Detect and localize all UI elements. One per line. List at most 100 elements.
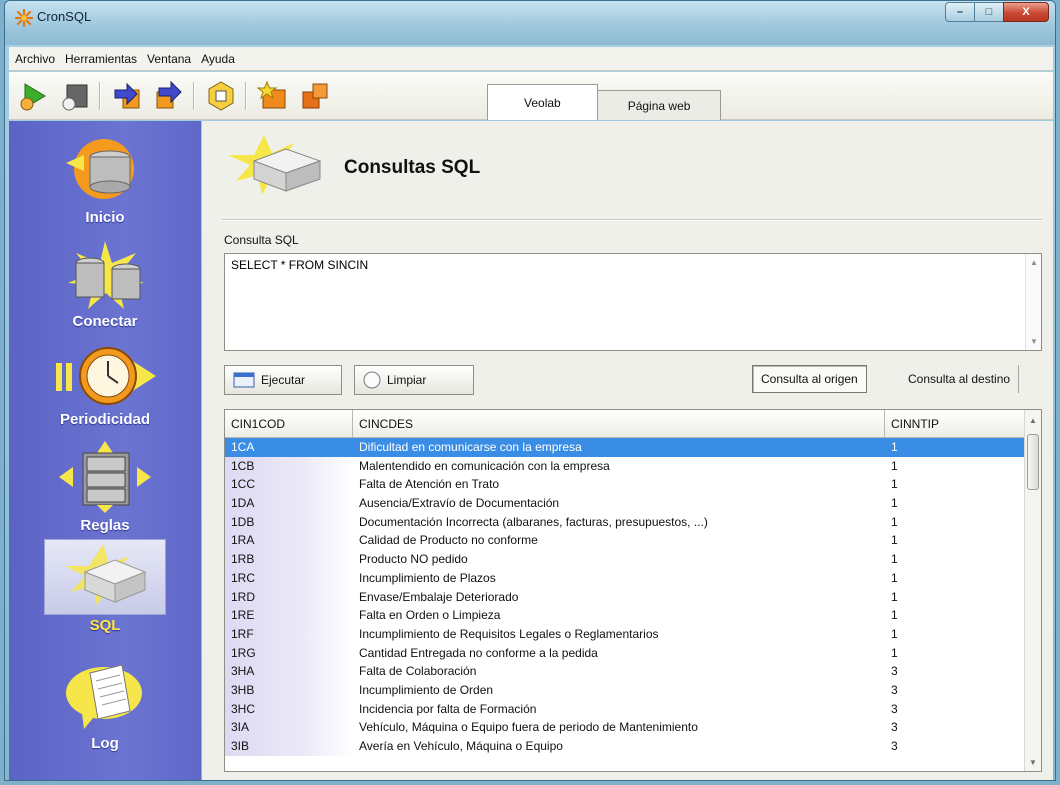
menu-archivo[interactable]: Archivo bbox=[15, 52, 55, 66]
cell-description: Cantidad Entregada no conforme a la pedi… bbox=[359, 645, 598, 660]
sidebar-item-label: Reglas bbox=[80, 517, 130, 534]
minimize-button[interactable]: – bbox=[945, 2, 975, 22]
window-title: CronSQL bbox=[37, 9, 92, 24]
maximize-button[interactable]: □ bbox=[974, 2, 1004, 22]
column-header-cin1cod[interactable]: CIN1COD bbox=[225, 410, 353, 438]
query-origin-label: Consulta al origen bbox=[761, 372, 858, 386]
grid-scrollbar[interactable]: ▲ ▼ bbox=[1024, 410, 1041, 771]
table-row[interactable]: 1RC Incumplimiento de Plazos 1 bbox=[225, 568, 1025, 588]
tab-veolab[interactable]: Veolab bbox=[487, 84, 598, 120]
table-row[interactable]: 3IA Vehículo, Máquina o Equipo fuera de p… bbox=[225, 718, 1025, 737]
menu-ayuda[interactable]: Ayuda bbox=[201, 52, 235, 66]
new-item-icon[interactable] bbox=[257, 80, 289, 112]
query-destination-label: Consulta al destino bbox=[908, 372, 1011, 386]
cell-type: 1 bbox=[891, 533, 898, 548]
query-destination-toggle[interactable]: Consulta al destino bbox=[900, 365, 1020, 393]
cell-description: Producto NO pedido bbox=[359, 552, 468, 567]
toolbar-separator bbox=[193, 82, 195, 110]
import-data-icon[interactable] bbox=[111, 80, 143, 112]
table-row[interactable]: 1CC Falta de Atención en Trato 1 bbox=[225, 475, 1025, 495]
clock-icon bbox=[56, 347, 156, 405]
column-header-cinntip[interactable]: CINNTIP bbox=[885, 410, 1025, 438]
cell-description: Calidad de Producto no conforme bbox=[359, 533, 538, 548]
sidebar-item-log[interactable]: Log bbox=[9, 661, 201, 752]
cell-type: 1 bbox=[891, 589, 898, 604]
sidebar-item-periodicidad[interactable]: Periodicidad bbox=[9, 343, 201, 428]
scroll-up-icon[interactable]: ▲ bbox=[1029, 416, 1037, 425]
cell-code: 1DB bbox=[225, 512, 353, 532]
table-row[interactable]: 3HA Falta de Colaboración 3 bbox=[225, 662, 1025, 681]
delete-item-icon[interactable] bbox=[299, 80, 331, 112]
query-label: Consulta SQL bbox=[224, 233, 299, 247]
cell-code: 1CA bbox=[231, 440, 255, 454]
cell-code: 3HB bbox=[225, 680, 353, 700]
clear-button[interactable]: Limpiar bbox=[354, 365, 474, 395]
table-row[interactable]: 3HB Incumplimiento de Orden 3 bbox=[225, 680, 1025, 700]
query-origin-toggle[interactable]: Consulta al origen bbox=[752, 365, 867, 393]
scroll-down-icon[interactable]: ▼ bbox=[1029, 758, 1037, 767]
grid-body: 1CA Dificultad en comunicarse con la empr… bbox=[225, 438, 1025, 756]
toolbar-separator bbox=[99, 82, 101, 110]
menu-ventana[interactable]: Ventana bbox=[147, 52, 191, 66]
table-row[interactable]: 1RG Cantidad Entregada no conforme a la p… bbox=[225, 643, 1025, 663]
table-row[interactable]: 1RB Producto NO pedido 1 bbox=[225, 550, 1025, 569]
table-row[interactable]: 3HC Incidencia por falta de Formación 3 bbox=[225, 699, 1025, 719]
sql-query-input[interactable]: SELECT * FROM SINCIN bbox=[224, 253, 1042, 351]
scroll-thumb[interactable] bbox=[1027, 434, 1039, 490]
cell-code: 1RE bbox=[225, 606, 353, 625]
cell-type: 3 bbox=[891, 682, 898, 697]
sql-query-scrollbar[interactable]: ▲ ▼ bbox=[1025, 254, 1041, 350]
minimize-icon: – bbox=[956, 6, 964, 18]
run-schedule-icon[interactable] bbox=[17, 80, 49, 112]
log-document-icon bbox=[66, 664, 142, 729]
sidebar-item-label: SQL bbox=[89, 617, 121, 634]
sql-header-icon bbox=[228, 135, 322, 195]
window-run-icon bbox=[233, 372, 255, 388]
cell-code: 1RD bbox=[225, 587, 353, 607]
table-row[interactable]: 1RD Envase/Embalaje Deteriorado 1 bbox=[225, 587, 1025, 607]
cell-type: 1 bbox=[891, 645, 898, 660]
cell-code: 1CB bbox=[225, 456, 353, 476]
cell-type: 3 bbox=[891, 720, 898, 735]
database-connect-icon bbox=[68, 241, 144, 309]
cell-code: 3HC bbox=[225, 699, 353, 719]
cell-type: 1 bbox=[891, 458, 898, 473]
sidebar-item-sql[interactable]: SQL bbox=[9, 539, 201, 634]
close-button[interactable]: X bbox=[1003, 2, 1049, 22]
scroll-up-icon[interactable]: ▲ bbox=[1030, 258, 1038, 267]
tab-label: Veolab bbox=[524, 95, 561, 110]
cell-code: 1CC bbox=[225, 475, 353, 495]
toolbar: Veolab Página web bbox=[9, 72, 1053, 120]
cell-type: 1 bbox=[891, 608, 898, 623]
cell-description: Dificultad en comunicarse con la empresa bbox=[359, 440, 582, 454]
sidebar-item-conectar[interactable]: Conectar bbox=[9, 239, 201, 330]
table-row[interactable]: 1CB Malentendido en comunicación con la e… bbox=[225, 456, 1025, 476]
clear-label: Limpiar bbox=[387, 373, 427, 387]
column-header-label: CINCDES bbox=[359, 416, 414, 431]
grid-header: CIN1COD CINCDES CINNTIP bbox=[225, 410, 1025, 438]
table-row[interactable]: 1DB Documentación Incorrecta (albaranes, … bbox=[225, 512, 1025, 532]
table-row[interactable]: 1DA Ausencia/Extravío de Documentación 1 bbox=[225, 494, 1025, 513]
table-row[interactable]: 3IB Avería en Vehículo, Máquina o Equipo 3 bbox=[225, 737, 1025, 756]
table-row[interactable]: 1RA Calidad de Producto no conforme 1 bbox=[225, 531, 1025, 551]
table-row[interactable]: 1RE Falta en Orden o Limpieza 1 bbox=[225, 606, 1025, 625]
settings-icon[interactable] bbox=[205, 80, 237, 112]
page-title: Consultas SQL bbox=[344, 157, 481, 178]
stop-schedule-icon[interactable] bbox=[59, 80, 91, 112]
export-data-icon[interactable] bbox=[153, 80, 185, 112]
column-header-cincdes[interactable]: CINCDES bbox=[353, 410, 885, 438]
table-row[interactable]: 1RF Incumplimiento de Requisitos Legales … bbox=[225, 624, 1025, 644]
title-bar[interactable]: CronSQL – □ X bbox=[5, 1, 1055, 45]
tab-pagina-web[interactable]: Página web bbox=[596, 90, 722, 120]
sidebar-item-inicio[interactable]: Inicio bbox=[9, 135, 201, 226]
sidebar-item-reglas[interactable]: Reglas bbox=[9, 439, 201, 534]
table-row[interactable]: 1CA Dificultad en comunicarse con la empr… bbox=[225, 438, 1025, 457]
execute-button[interactable]: Ejecutar bbox=[224, 365, 342, 395]
menu-herramientas[interactable]: Herramientas bbox=[65, 52, 137, 66]
cell-type: 3 bbox=[891, 739, 898, 753]
app-logo-icon bbox=[15, 9, 33, 27]
sidebar-active-highlight bbox=[44, 539, 166, 615]
scroll-down-icon[interactable]: ▼ bbox=[1030, 337, 1038, 346]
cell-code: 1RF bbox=[225, 624, 353, 644]
tab-label: Página web bbox=[627, 98, 691, 113]
